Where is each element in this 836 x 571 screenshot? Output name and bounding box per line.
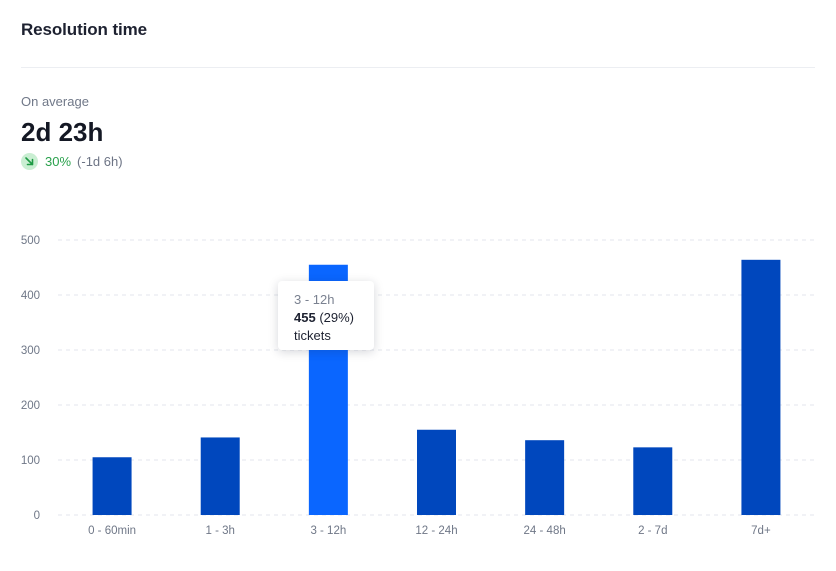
bar[interactable]	[633, 447, 673, 515]
x-tick-label: 1 - 3h	[206, 525, 235, 537]
y-tick-label: 200	[21, 400, 40, 412]
y-tick-label: 400	[21, 290, 40, 302]
y-tick-label: 300	[21, 345, 40, 357]
x-tick-label: 12 - 24h	[415, 525, 457, 537]
y-tick-label: 500	[21, 235, 40, 247]
bar[interactable]	[417, 429, 456, 515]
tooltip-value: 455	[294, 310, 316, 325]
bar[interactable]	[525, 440, 565, 515]
bar[interactable]	[92, 457, 132, 515]
bar[interactable]	[741, 259, 781, 515]
resolution-time-card: Resolution time On average 2d 23h 30% (-…	[0, 0, 836, 571]
tooltip-percent: (29%)	[319, 310, 355, 325]
bar[interactable]	[200, 437, 240, 515]
bar-chart: 0 100 200 300 400 500 0 - 60min 1 - 3h 3 - 12h 12…	[21, 235, 815, 537]
x-tick-label: 24 - 48h	[524, 525, 566, 537]
x-tick-label: 7d+	[751, 525, 771, 537]
y-tick-label: 0	[34, 510, 40, 522]
x-tick-label: 3 - 12h	[310, 525, 346, 537]
tooltip-unit: tickets	[294, 328, 331, 343]
x-tick-label: 0 - 60min	[88, 525, 136, 537]
x-tick-label: 2 - 7d	[638, 525, 667, 537]
tooltip-category: 3 - 12h	[294, 292, 335, 307]
chart-tooltip: 3 - 12h 455 (29%) tickets	[278, 281, 374, 350]
y-tick-label: 100	[21, 455, 40, 467]
tooltip-value-line: 455 (29%)	[294, 309, 374, 327]
